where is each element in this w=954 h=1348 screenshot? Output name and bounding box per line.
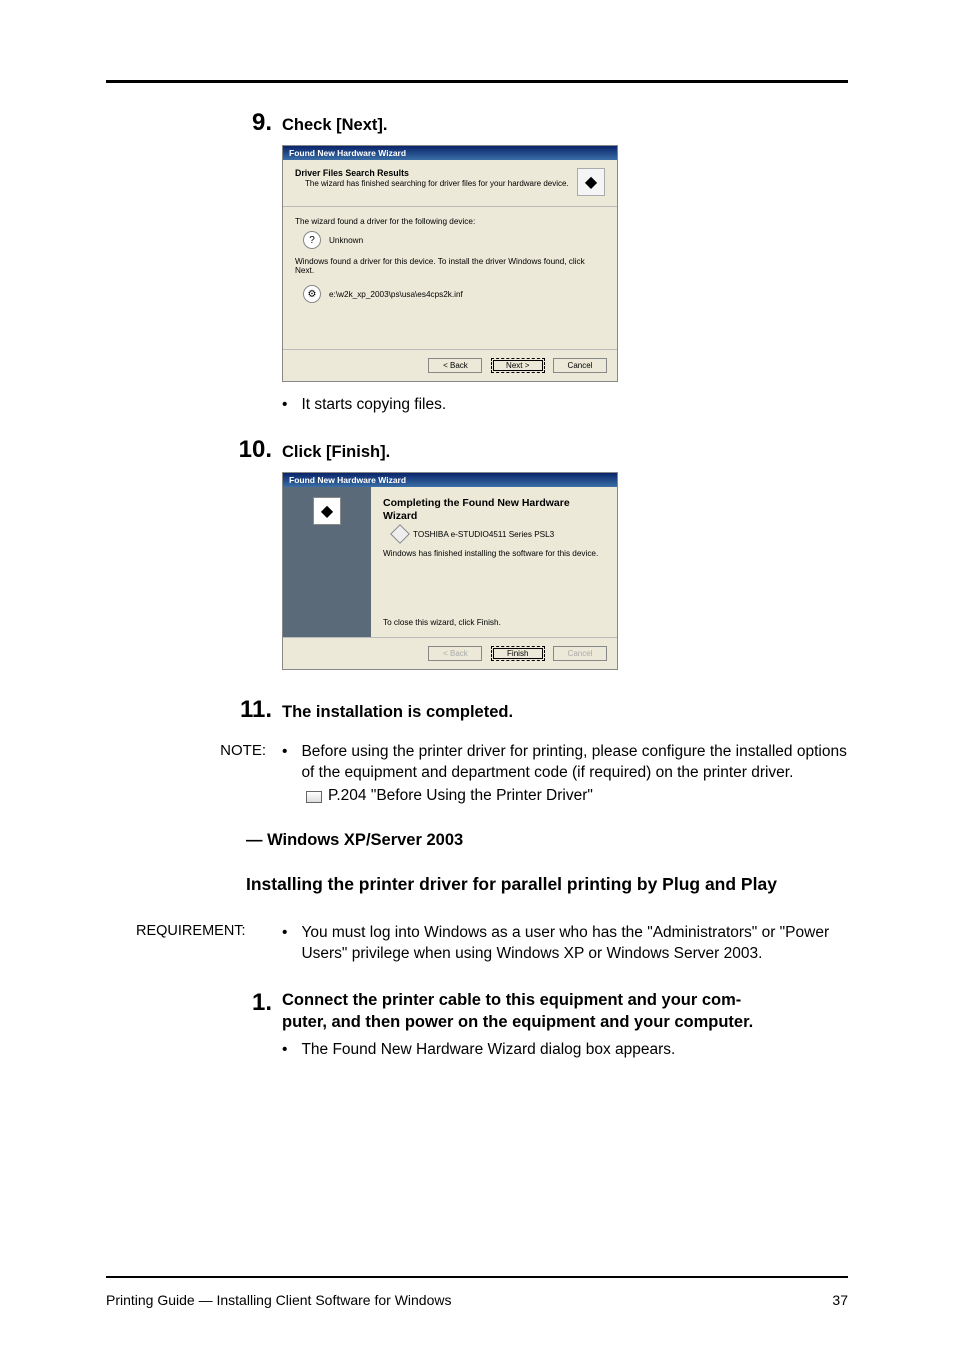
footer-left: Printing Guide — Installing Client Softw… — [106, 1292, 451, 1308]
note-text: Before using the printer driver for prin… — [301, 742, 848, 784]
dialog1-device: Unknown — [329, 236, 363, 245]
step1-line2: puter, and then power on the equipment a… — [282, 1011, 753, 1033]
step-number-11: 11. — [236, 696, 272, 724]
back-button-disabled: < Back — [428, 646, 482, 661]
inf-file-icon: ⚙ — [303, 285, 321, 303]
dialog1-heading: Driver Files Search Results — [295, 168, 577, 178]
step1-sub-bullet: The Found New Hardware Wizard dialog box… — [301, 1041, 675, 1059]
step-number-10: 10. — [236, 436, 272, 464]
bullet-icon: • — [282, 923, 287, 965]
section-heading-os: — Windows XP/Server 2003 — [246, 831, 848, 850]
wizard-side-icon: ◆ — [313, 497, 341, 525]
step-number-1: 1. — [236, 989, 272, 1017]
note-label: NOTE: — [106, 742, 282, 759]
dialog1-line1: The wizard found a driver for the follow… — [295, 217, 605, 226]
cancel-button-disabled: Cancel — [553, 646, 607, 661]
bullet-icon: • — [282, 1041, 287, 1059]
step-text-9: Check [Next]. — [282, 116, 387, 135]
back-button[interactable]: < Back — [428, 358, 482, 373]
device-diamond-icon — [390, 524, 410, 544]
step1-line1: Connect the printer cable to this equipm… — [282, 989, 753, 1011]
note-reference: P.204 "Before Using the Printer Driver" — [328, 786, 593, 807]
requirement-label: REQUIREMENT: — [106, 923, 282, 939]
dialog-search-results: Found New Hardware Wizard Driver Files S… — [282, 145, 618, 382]
bullet-icon: • — [282, 742, 287, 784]
dialog1-line2: Windows found a driver for this device. … — [295, 257, 605, 275]
copying-bullet: It starts copying files. — [282, 396, 848, 414]
step-text-10: Click [Finish]. — [282, 443, 390, 462]
dialog-completing: Found New Hardware Wizard ◆ Completing t… — [282, 472, 618, 670]
book-icon — [306, 791, 322, 803]
dialog2-device: TOSHIBA e-STUDIO4511 Series PSL3 — [413, 530, 554, 539]
step-text-11: The installation is completed. — [282, 703, 513, 722]
step-number-9: 9. — [236, 109, 272, 137]
finish-button[interactable]: Finish — [491, 646, 545, 661]
section-subheading: Installing the printer driver for parall… — [246, 874, 848, 895]
footer-page-number: 37 — [832, 1292, 848, 1308]
dialog2-heading: Completing the Found New Hardware Wizard — [383, 497, 605, 523]
requirement-text: You must log into Windows as a user who … — [301, 923, 848, 965]
dialog1-title: Found New Hardware Wizard — [283, 146, 617, 160]
cancel-button[interactable]: Cancel — [553, 358, 607, 373]
dialog1-subheading: The wizard has finished searching for dr… — [305, 179, 577, 188]
next-button[interactable]: Next > — [491, 358, 545, 373]
dialog2-msg: Windows has finished installing the soft… — [383, 549, 605, 558]
wizard-icon: ◆ — [577, 168, 605, 196]
dialog2-closing: To close this wizard, click Finish. — [383, 618, 605, 627]
dialog2-title: Found New Hardware Wizard — [283, 473, 617, 487]
device-icon: ? — [303, 231, 321, 249]
dialog1-path: e:\w2k_xp_2003\ps\usa\es4cps2k.inf — [329, 290, 463, 299]
